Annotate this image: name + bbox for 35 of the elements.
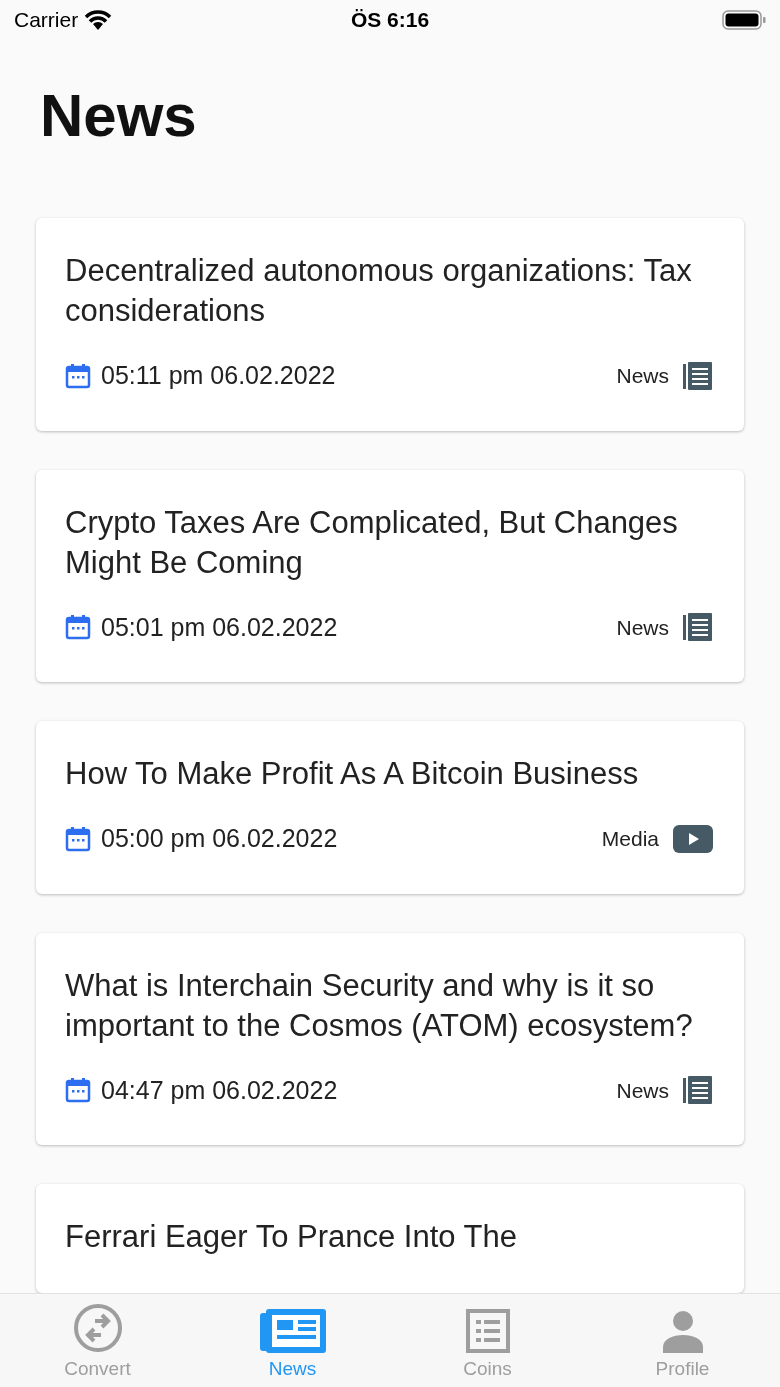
wifi-icon [84,10,113,30]
article-date: 05:01 pm 06.02.2022 [101,611,338,643]
document-icon [683,360,713,391]
news-card[interactable]: How To Make Profit As A Bitcoin Business 05:00 pm 06.02.2022 Media [36,721,744,894]
calendar-icon [65,825,91,852]
calendar-icon [65,362,91,389]
calendar-icon [65,614,91,641]
swap-icon [72,1303,123,1353]
category-label: Media [601,826,659,852]
person-icon [662,1311,703,1353]
category-label: News [616,1077,669,1104]
article-date: 05:00 pm 06.02.2022 [101,823,338,854]
page-title: News [40,81,197,151]
news-card[interactable]: Crypto Taxes Are Complicated, But Changes Might Be Coming 05:01 pm 06.02.2022 News [36,469,744,682]
document-icon [683,612,713,643]
article-title: Crypto Taxes Are Complicated, But Changes Might Be Coming [65,503,679,582]
play-icon [673,824,713,853]
category-label: News [616,363,669,389]
article-title: Ferrari Eager To Prance Into The [65,1218,519,1256]
article-title: Decentralized autonomous organizations: Tax considerations [65,252,693,330]
article-date: 04:47 pm 06.02.2022 [101,1074,338,1106]
newspaper-icon [259,1309,326,1353]
news-card[interactable]: Ferrari Eager To Prance Into The [36,1184,744,1293]
news-card[interactable]: What is Interchain Security and why is it so important to the Cosmos (ATOM) ecosystem? 04:47 pm 06.02.2022 News [36,932,744,1145]
list-icon [465,1309,510,1353]
article-title: How To Make Profit As A Bitcoin Business [65,755,640,793]
article-title: What is Interchain Security and why is it so important to the Cosmos (ATOM) ecosystem? [65,966,694,1045]
category-label: News [616,614,669,641]
article-date: 05:11 pm 06.02.2022 [101,360,336,391]
carrier-label: Carrier [14,7,79,34]
calendar-icon [65,1077,91,1104]
news-card[interactable]: Decentralized autonomous organizations: Tax considerations 05:11 pm 06.02.2022 News [36,218,744,431]
clock: ÖS 6:16 [350,7,430,34]
battery-icon [722,10,766,30]
document-icon [683,1075,713,1106]
